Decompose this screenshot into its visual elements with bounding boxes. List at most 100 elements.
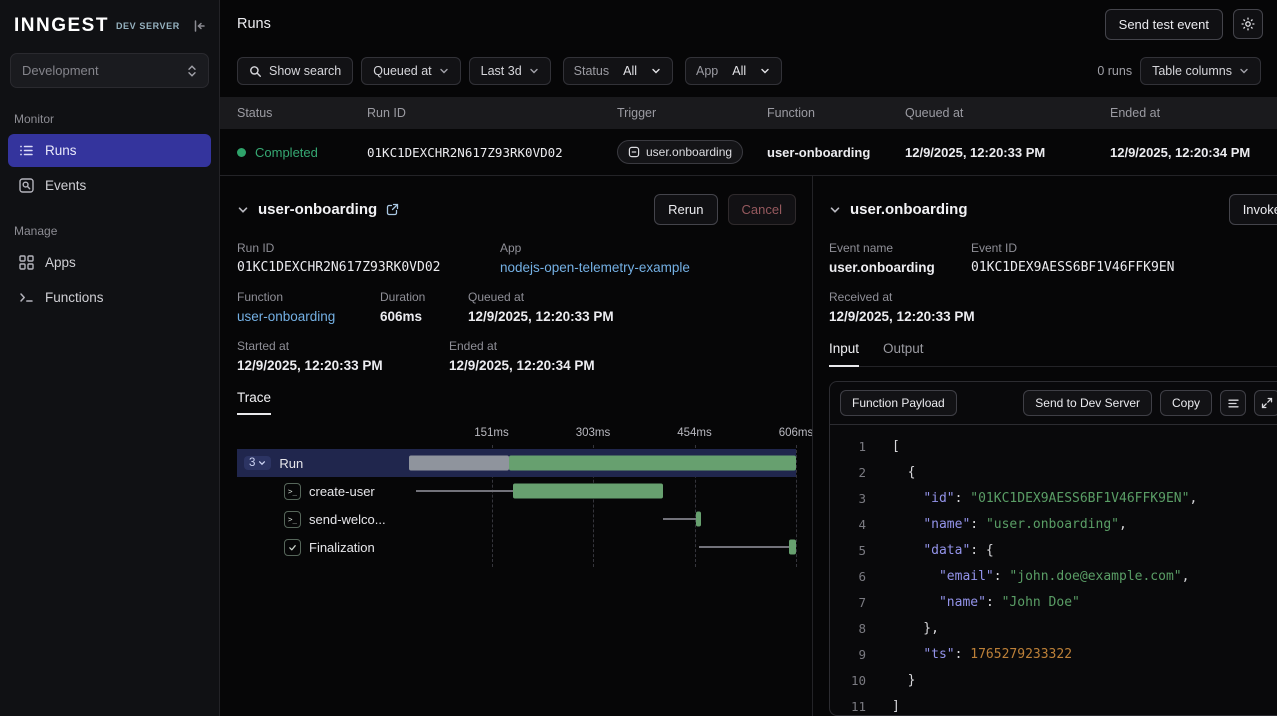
app-filter-value[interactable]: All	[728, 58, 781, 84]
trace-span-bar[interactable]	[789, 540, 796, 555]
trigger-event-pill[interactable]: user.onboarding	[617, 140, 743, 164]
line-number: 10	[830, 673, 866, 688]
code-line: 2 {	[830, 459, 1277, 485]
trace-span-bar[interactable]	[696, 512, 701, 527]
function-link[interactable]: user-onboarding	[237, 309, 370, 324]
table-columns-button[interactable]: Table columns	[1140, 57, 1261, 85]
col-queued-at: Queued at	[905, 106, 1110, 120]
ended-at-cell: 12/9/2025, 12:20:34 PM	[1110, 145, 1277, 160]
received-at-value: 12/9/2025, 12:20:33 PM	[829, 309, 975, 324]
code-line: 10 }	[830, 667, 1277, 693]
send-test-event-button[interactable]: Send test event	[1105, 9, 1223, 40]
send-to-dev-server-button[interactable]: Send to Dev Server	[1023, 390, 1152, 416]
filter-bar: Show search Queued at Last 3d Status All	[220, 48, 1277, 97]
status-filter-value[interactable]: All	[619, 58, 672, 84]
trace-row-label: send-welco...	[309, 512, 386, 527]
topbar: Runs Send test event	[220, 0, 1277, 48]
function-label: Function	[237, 290, 370, 304]
main-area: Runs Send test event Show search Queued	[220, 0, 1277, 716]
code-line: 6 "email": "john.doe@example.com",	[830, 563, 1277, 589]
trace-duration-line	[699, 546, 788, 548]
show-search-label: Show search	[269, 64, 341, 78]
external-link-icon[interactable]	[386, 203, 399, 216]
sidebar-item-apps[interactable]: Apps	[8, 246, 211, 279]
chevron-down-icon	[258, 459, 266, 467]
status-filter-group: Status All	[563, 57, 673, 85]
trace-span-bar[interactable]	[509, 456, 796, 471]
event-detail-row-1: Event name user.onboarding Event ID 01KC…	[829, 241, 1277, 275]
trace-row[interactable]: Finalization	[237, 533, 796, 561]
nav-group-monitor: Monitor Runs Events	[0, 106, 219, 204]
ended-at-label: Ended at	[449, 339, 595, 353]
trace-span-bar[interactable]	[409, 456, 510, 471]
app-filter-label: App	[686, 58, 728, 84]
copy-button[interactable]: Copy	[1160, 390, 1212, 416]
invoke-button[interactable]: Invoke	[1229, 194, 1277, 225]
code-line: 11]	[830, 693, 1277, 715]
event-id-value: 01KC1DEX9AESS6BF1V46FFK9EN	[971, 260, 1175, 275]
settings-gear-button[interactable]	[1233, 9, 1263, 39]
sidebar-item-label: Functions	[45, 290, 104, 305]
sidebar-item-label: Events	[45, 178, 86, 193]
show-search-button[interactable]: Show search	[237, 57, 353, 85]
trace-rows: 3 Run >_create-user>_send-welco... Finaliza…	[237, 449, 796, 561]
section-label-monitor: Monitor	[0, 106, 219, 132]
queued-at-filter[interactable]: Queued at	[361, 57, 460, 85]
line-number: 11	[830, 699, 866, 714]
sidebar-item-runs[interactable]: Runs	[8, 134, 211, 167]
collapse-sidebar-icon[interactable]	[191, 18, 207, 34]
table-header: Status Run ID Trigger Function Queued at…	[220, 97, 1277, 129]
trace-span-bar[interactable]	[513, 484, 664, 499]
finalization-check-icon	[284, 539, 301, 556]
event-panel-header: user.onboarding Invoke	[829, 194, 1277, 225]
line-number: 3	[830, 491, 866, 506]
run-id-label: Run ID	[237, 241, 490, 255]
app-root: INNGEST DEV SERVER Development Monitor	[0, 0, 1277, 716]
queued-at-cell: 12/9/2025, 12:20:33 PM	[905, 145, 1110, 160]
collapse-chevron-icon[interactable]	[829, 204, 841, 216]
dev-server-badge: DEV SERVER	[116, 21, 180, 31]
code-line: 8 },	[830, 615, 1277, 641]
inngest-logo: INNGEST	[14, 15, 109, 37]
trace-collapse-count[interactable]: 3	[244, 456, 271, 470]
trace-row[interactable]: >_send-welco...	[237, 505, 796, 533]
cancel-button[interactable]: Cancel	[728, 194, 796, 225]
sidebar: INNGEST DEV SERVER Development Monitor	[0, 0, 220, 716]
event-title: user.onboarding	[850, 201, 968, 218]
runs-count: 0 runs	[1097, 64, 1132, 78]
code-line: 3 "id": "01KC1DEX9AESS6BF1V46FFK9EN",	[830, 485, 1277, 511]
code-line: 7 "name": "John Doe"	[830, 589, 1277, 615]
tab-trace[interactable]: Trace	[237, 390, 271, 415]
ended-at-value: 12/9/2025, 12:20:34 PM	[449, 358, 595, 373]
line-number: 9	[830, 647, 866, 662]
app-link[interactable]: nodejs-open-telemetry-example	[500, 260, 690, 275]
line-number: 1	[830, 439, 866, 454]
status-dot-completed	[237, 148, 246, 157]
event-icon	[628, 146, 640, 158]
expand-fullscreen-icon[interactable]	[1254, 390, 1277, 416]
collapse-chevron-icon[interactable]	[237, 204, 249, 216]
environment-select[interactable]: Development	[10, 53, 209, 88]
payload-code[interactable]: 1[2 {3 "id": "01KC1DEX9AESS6BF1V46FFK9EN…	[830, 425, 1277, 715]
wrap-lines-icon[interactable]	[1220, 390, 1246, 416]
function-payload-button[interactable]: Function Payload	[840, 390, 957, 416]
run-id-value: 01KC1DEXCHR2N617Z93RK0VD02	[237, 260, 490, 275]
chevron-down-icon	[529, 66, 539, 76]
trace-row-label: Run	[279, 456, 303, 471]
tab-input[interactable]: Input	[829, 341, 859, 367]
trace-row[interactable]: >_create-user	[237, 477, 796, 505]
line-number: 2	[830, 465, 866, 480]
rerun-button[interactable]: Rerun	[654, 194, 717, 225]
time-range-filter[interactable]: Last 3d	[469, 57, 551, 85]
run-detail-row-2: Function user-onboarding Duration 606ms …	[237, 290, 796, 324]
payload-toolbar: Function Payload Send to Dev Server Copy	[830, 382, 1277, 425]
sidebar-item-functions[interactable]: Functions	[8, 281, 211, 314]
detail-split: user-onboarding Rerun Cancel Run I	[220, 175, 1277, 716]
table-row[interactable]: Completed 01KC1DEXCHR2N617Z93RK0VD02 use…	[220, 129, 1277, 175]
axis-tick-label: 303ms	[576, 427, 611, 439]
tab-output[interactable]: Output	[883, 341, 924, 366]
trace-row-label: Finalization	[309, 540, 375, 555]
trace-row[interactable]: 3 Run	[237, 449, 796, 477]
received-at-label: Received at	[829, 290, 975, 304]
sidebar-item-events[interactable]: Events	[8, 169, 211, 202]
